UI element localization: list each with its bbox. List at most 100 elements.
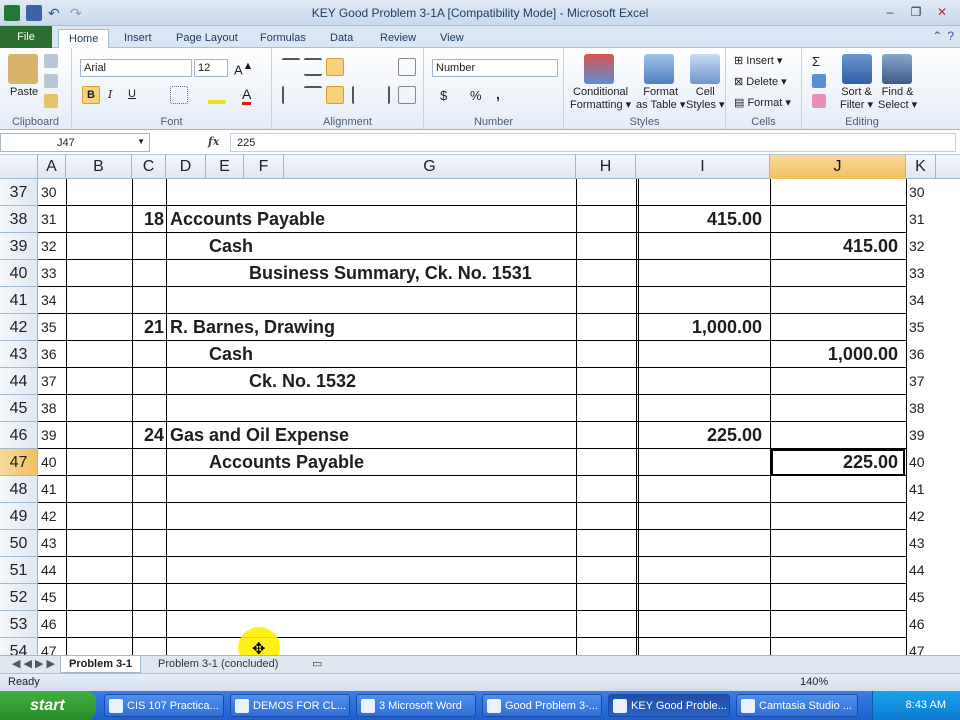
underline-button[interactable]: U	[128, 88, 136, 100]
account-cell[interactable]: Accounts Payable	[170, 206, 576, 233]
line-number-cell-right[interactable]: 31	[906, 206, 936, 233]
increase-indent-icon[interactable]	[372, 86, 390, 104]
debit-cell[interactable]	[636, 233, 762, 260]
zoom-level[interactable]: 140%	[800, 676, 828, 688]
tab-data[interactable]: Data	[320, 29, 363, 48]
line-number-cell[interactable]: 47	[38, 638, 66, 655]
format-cells-button[interactable]: ▤ Format ▾	[734, 96, 791, 109]
format-as-table-icon[interactable]	[644, 54, 674, 84]
tab-page-layout[interactable]: Page Layout	[166, 29, 248, 48]
account-cell[interactable]	[170, 584, 576, 611]
align-right-icon[interactable]	[326, 86, 344, 104]
find-select-button[interactable]: Find & Select ▾	[878, 86, 917, 111]
sort-filter-icon[interactable]	[842, 54, 872, 84]
credit-cell[interactable]	[770, 611, 898, 638]
format-painter-icon[interactable]	[44, 94, 58, 108]
credit-cell[interactable]	[770, 314, 898, 341]
sort-filter-button[interactable]: Sort & Filter ▾	[840, 86, 873, 111]
date-cell[interactable]	[132, 179, 164, 206]
start-button[interactable]: start	[0, 691, 96, 720]
fill-color-icon[interactable]	[208, 86, 226, 104]
align-center-icon[interactable]	[304, 86, 322, 104]
line-number-cell-right[interactable]: 47	[906, 638, 936, 655]
chevron-down-icon[interactable]: ▼	[137, 137, 145, 146]
paste-button[interactable]: Paste	[10, 86, 38, 98]
tab-review[interactable]: Review	[370, 29, 426, 48]
line-number-cell-right[interactable]: 46	[906, 611, 936, 638]
debit-cell[interactable]: 225.00	[636, 422, 762, 449]
font-name-select[interactable]: Arial	[80, 59, 192, 77]
line-number-cell-right[interactable]: 43	[906, 530, 936, 557]
font-color-icon[interactable]: A	[242, 86, 252, 105]
line-number-cell-right[interactable]: 39	[906, 422, 936, 449]
account-cell[interactable]	[170, 287, 576, 314]
row-header[interactable]: 53	[0, 611, 38, 638]
sheet-nav-icon[interactable]: ◀ ◀ ▶ ▶	[4, 656, 63, 673]
account-cell[interactable]	[170, 395, 576, 422]
account-cell[interactable]: Accounts Payable	[209, 449, 615, 476]
column-header-F[interactable]: F	[244, 155, 284, 179]
account-cell[interactable]	[170, 530, 576, 557]
debit-cell[interactable]	[636, 287, 762, 314]
line-number-cell-right[interactable]: 35	[906, 314, 936, 341]
insert-function-icon[interactable]: fx	[208, 135, 219, 148]
line-number-cell[interactable]: 39	[38, 422, 66, 449]
tab-file[interactable]: File	[0, 26, 52, 48]
line-number-cell[interactable]: 37	[38, 368, 66, 395]
line-number-cell[interactable]: 30	[38, 179, 66, 206]
date-cell[interactable]	[132, 287, 164, 314]
row-header[interactable]: 37	[0, 179, 38, 206]
format-as-table-button[interactable]: Format as Table ▾	[636, 86, 685, 111]
row-header[interactable]: 38	[0, 206, 38, 233]
date-cell[interactable]: 21	[132, 314, 164, 341]
new-sheet-icon[interactable]: ▭	[304, 656, 330, 673]
row-header[interactable]: 42	[0, 314, 38, 341]
column-header-J[interactable]: J	[770, 155, 906, 179]
line-number-cell-right[interactable]: 45	[906, 584, 936, 611]
line-number-cell-right[interactable]: 30	[906, 179, 936, 206]
account-cell[interactable]: R. Barnes, Drawing	[170, 314, 576, 341]
bold-button[interactable]: B	[82, 86, 100, 104]
taskbar-item[interactable]: Camtasia Studio ...	[736, 694, 858, 717]
debit-cell[interactable]	[636, 260, 762, 287]
line-number-cell[interactable]: 43	[38, 530, 66, 557]
find-select-icon[interactable]	[882, 54, 912, 84]
decrease-decimal-icon[interactable]	[536, 86, 554, 104]
cell-styles-icon[interactable]	[690, 54, 720, 84]
increase-decimal-icon[interactable]	[514, 86, 532, 104]
date-cell[interactable]	[132, 449, 164, 476]
row-header[interactable]: 47	[0, 449, 38, 476]
account-cell[interactable]: Cash	[209, 233, 615, 260]
tab-formulas[interactable]: Formulas	[250, 29, 316, 48]
line-number-cell-right[interactable]: 33	[906, 260, 936, 287]
row-header[interactable]: 51	[0, 557, 38, 584]
account-cell[interactable]	[170, 179, 576, 206]
credit-cell[interactable]	[770, 206, 898, 233]
line-number-cell[interactable]: 34	[38, 287, 66, 314]
credit-cell[interactable]: 1,000.00	[770, 341, 898, 368]
taskbar-item[interactable]: KEY Good Proble...	[608, 694, 730, 717]
date-cell[interactable]	[132, 233, 164, 260]
row-header[interactable]: 52	[0, 584, 38, 611]
borders-icon[interactable]	[170, 86, 188, 104]
row-header[interactable]: 39	[0, 233, 38, 260]
column-header-H[interactable]: H	[576, 155, 636, 179]
date-cell[interactable]	[132, 503, 164, 530]
debit-cell[interactable]	[636, 476, 762, 503]
paste-icon[interactable]	[8, 54, 38, 84]
debit-cell[interactable]	[636, 395, 762, 422]
taskbar-item[interactable]: 3 Microsoft Word	[356, 694, 476, 717]
line-number-cell[interactable]: 33	[38, 260, 66, 287]
credit-cell[interactable]	[770, 530, 898, 557]
align-top-icon[interactable]	[282, 58, 300, 76]
credit-cell[interactable]	[770, 584, 898, 611]
line-number-cell[interactable]: 32	[38, 233, 66, 260]
column-header-D[interactable]: D	[166, 155, 206, 179]
credit-cell[interactable]	[770, 368, 898, 395]
credit-cell[interactable]	[770, 287, 898, 314]
debit-cell[interactable]	[636, 449, 762, 476]
credit-cell[interactable]	[770, 179, 898, 206]
align-bottom-icon[interactable]	[326, 58, 344, 76]
fill-icon[interactable]	[812, 74, 826, 88]
grow-font-icon[interactable]: A▲	[234, 60, 253, 77]
